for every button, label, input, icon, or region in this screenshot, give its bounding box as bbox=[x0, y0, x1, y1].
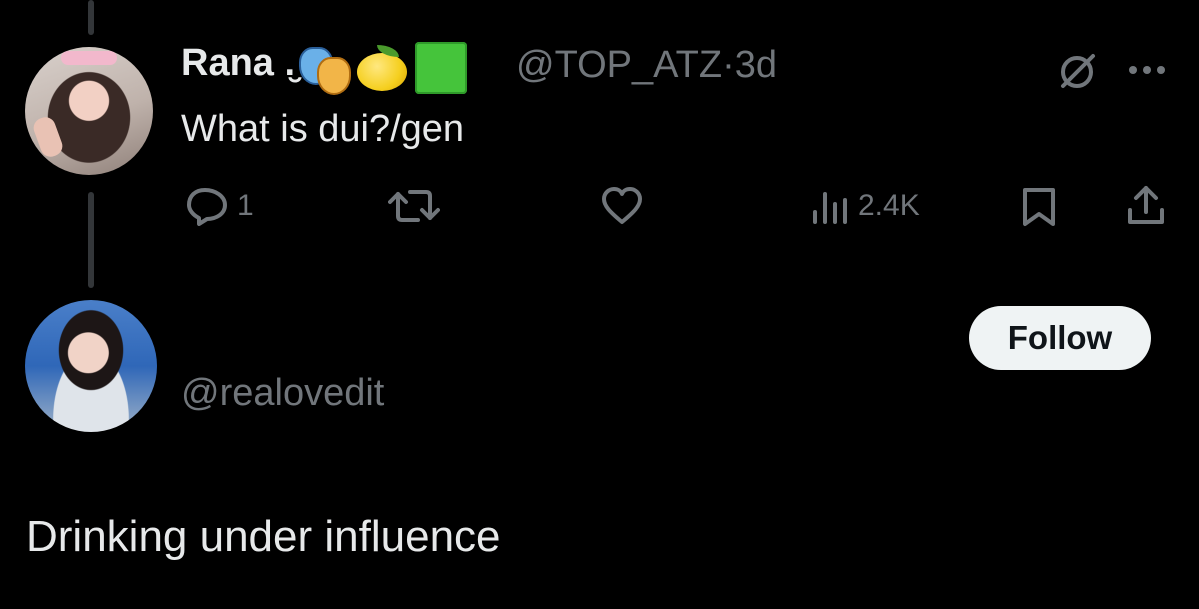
separator: · bbox=[722, 44, 735, 86]
views-count: 2.4K bbox=[858, 189, 920, 222]
green-square-icon bbox=[415, 42, 467, 94]
like-button[interactable] bbox=[600, 186, 644, 226]
thread-line bbox=[88, 192, 94, 288]
reply-count: 1 bbox=[237, 189, 254, 222]
avatar[interactable] bbox=[25, 300, 157, 432]
reply-button[interactable]: 1 bbox=[185, 186, 254, 226]
bookmark-icon bbox=[1023, 188, 1055, 226]
avatar[interactable] bbox=[25, 47, 153, 175]
reply-icon bbox=[187, 188, 227, 226]
profile-bio: Drinking under influence bbox=[26, 512, 501, 561]
handle-and-time: @TOP_ATZ·3d bbox=[516, 44, 777, 87]
bookmark-button[interactable] bbox=[1021, 186, 1057, 228]
profile-handle[interactable]: @realovedit bbox=[181, 372, 384, 415]
grok-icon[interactable] bbox=[1057, 52, 1097, 92]
retweet-icon bbox=[388, 190, 440, 222]
thread-line bbox=[88, 0, 94, 35]
views-button[interactable]: 2.4K bbox=[810, 186, 920, 226]
share-icon bbox=[1128, 186, 1164, 224]
share-button[interactable] bbox=[1126, 184, 1166, 228]
follow-button[interactable]: Follow bbox=[969, 306, 1151, 370]
author-name[interactable]: Rana .̮ bbox=[181, 42, 295, 85]
name-emojis bbox=[297, 42, 467, 95]
lemon-icon bbox=[355, 45, 409, 91]
author-handle[interactable]: @TOP_ATZ bbox=[516, 44, 722, 86]
more-icon[interactable] bbox=[1127, 64, 1167, 76]
tweet-text: What is dui?/gen bbox=[181, 108, 465, 150]
retweet-button[interactable] bbox=[388, 186, 440, 226]
like-icon bbox=[602, 187, 642, 224]
timestamp[interactable]: 3d bbox=[735, 44, 777, 86]
performing-arts-icon bbox=[297, 43, 351, 95]
views-icon bbox=[813, 192, 847, 224]
